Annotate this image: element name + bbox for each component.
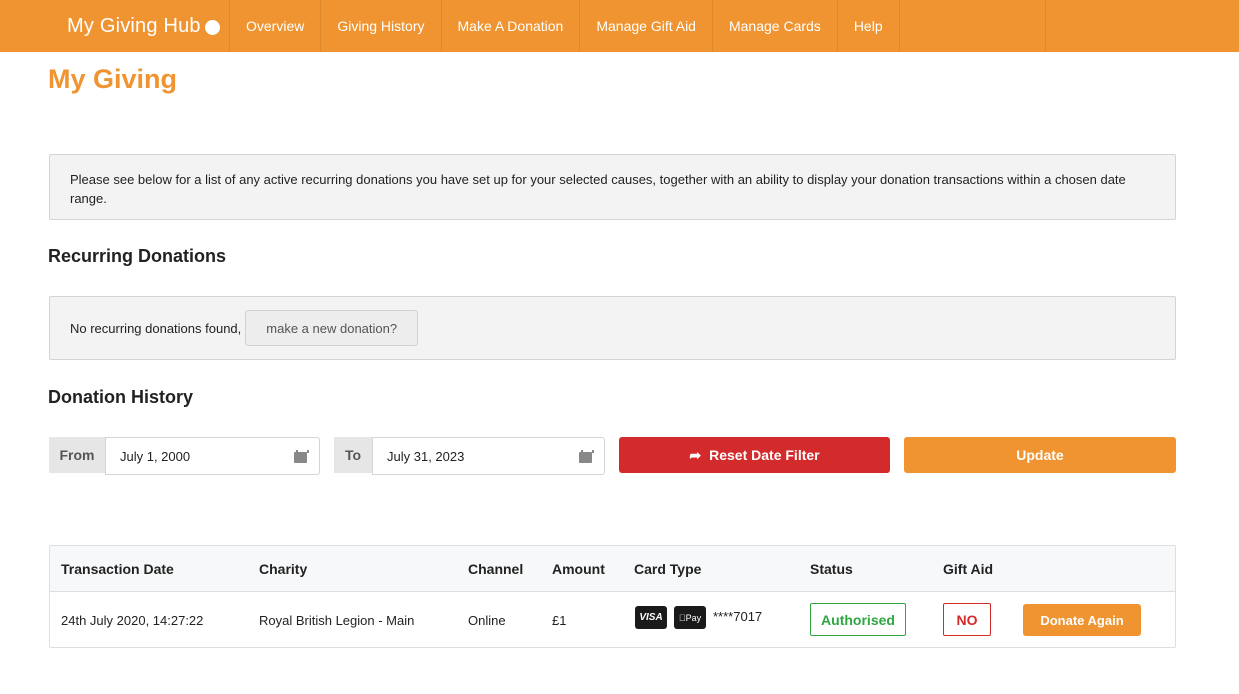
col-channel: Channel xyxy=(468,560,524,577)
update-button[interactable]: Update xyxy=(904,437,1176,473)
calendar-icon[interactable] xyxy=(579,449,594,463)
share-arrow-icon: ➦ xyxy=(689,446,702,463)
row-card-type: VISA Pay ****7017 xyxy=(635,606,762,629)
info-panel: Please see below for a list of any activ… xyxy=(49,154,1176,220)
reset-date-filter-button[interactable]: ➦ Reset Date Filter xyxy=(619,437,890,473)
visa-card-icon: VISA xyxy=(635,606,667,629)
info-text: Please see below for a list of any activ… xyxy=(70,172,1126,206)
to-date-input[interactable]: July 31, 2023 xyxy=(372,437,605,475)
page-title: My Giving xyxy=(48,64,178,94)
card-number: ****7017 xyxy=(713,609,763,624)
from-date-value: July 1, 2000 xyxy=(120,448,191,464)
row-charity: Royal British Legion - Main xyxy=(259,612,415,628)
nav-item-help[interactable]: Help xyxy=(838,0,900,52)
col-card-type: Card Type xyxy=(634,560,702,577)
top-navbar: My Giving Hub Overview Giving History Ma… xyxy=(0,0,1239,52)
to-date-group: To July 31, 2023 xyxy=(334,437,605,475)
table-row: 24th July 2020, 14:27:22 Royal British L… xyxy=(50,592,1175,648)
calendar-icon[interactable] xyxy=(294,449,309,463)
from-label: From xyxy=(49,437,105,473)
nav-item-manage-gift-aid[interactable]: Manage Gift Aid xyxy=(580,0,713,52)
row-transaction-date: 24th July 2020, 14:27:22 xyxy=(61,612,204,628)
apple-pay-label: Pay xyxy=(682,612,702,623)
row-amount: £1 xyxy=(552,612,567,628)
status-badge: Authorised xyxy=(810,603,906,636)
from-date-group: From July 1, 2000 xyxy=(49,437,320,475)
nav-item-make-a-donation[interactable]: Make A Donation xyxy=(442,0,581,52)
nav-item-overview[interactable]: Overview xyxy=(230,0,322,52)
from-date-input[interactable]: July 1, 2000 xyxy=(105,437,320,475)
recurring-donations-panel: No recurring donations found, make a new… xyxy=(49,296,1176,360)
nav-item-manage-cards[interactable]: Manage Cards xyxy=(713,0,838,52)
apple-pay-icon: Pay xyxy=(674,606,706,629)
nav-item-giving-history[interactable]: Giving History xyxy=(321,0,442,52)
reset-date-filter-label: Reset Date Filter xyxy=(709,447,820,463)
to-date-value: July 31, 2023 xyxy=(387,448,465,464)
donate-again-button[interactable]: Donate Again xyxy=(1023,604,1141,636)
row-channel: Online xyxy=(468,612,506,628)
brand-name: My Giving Hub xyxy=(67,14,201,37)
gift-aid-badge: NO xyxy=(943,603,991,636)
no-recurring-text: No recurring donations found, xyxy=(70,320,242,336)
donation-history-table: Transaction Date Charity Channel Amount … xyxy=(49,545,1176,648)
col-status: Status xyxy=(810,560,853,577)
col-amount: Amount xyxy=(552,560,605,577)
table-header: Transaction Date Charity Channel Amount … xyxy=(50,546,1175,592)
donation-history-heading: Donation History xyxy=(48,387,194,407)
col-transaction-date: Transaction Date xyxy=(61,560,174,577)
col-charity: Charity xyxy=(259,560,308,577)
brand-dot-icon xyxy=(204,19,220,35)
brand-logo[interactable]: My Giving Hub xyxy=(0,0,230,52)
make-new-donation-button[interactable]: make a new donation? xyxy=(245,310,419,346)
recurring-donations-heading: Recurring Donations xyxy=(48,246,227,266)
col-gift-aid: Gift Aid xyxy=(943,560,994,577)
nav-spacer xyxy=(900,0,1046,52)
to-label: To xyxy=(334,437,372,473)
